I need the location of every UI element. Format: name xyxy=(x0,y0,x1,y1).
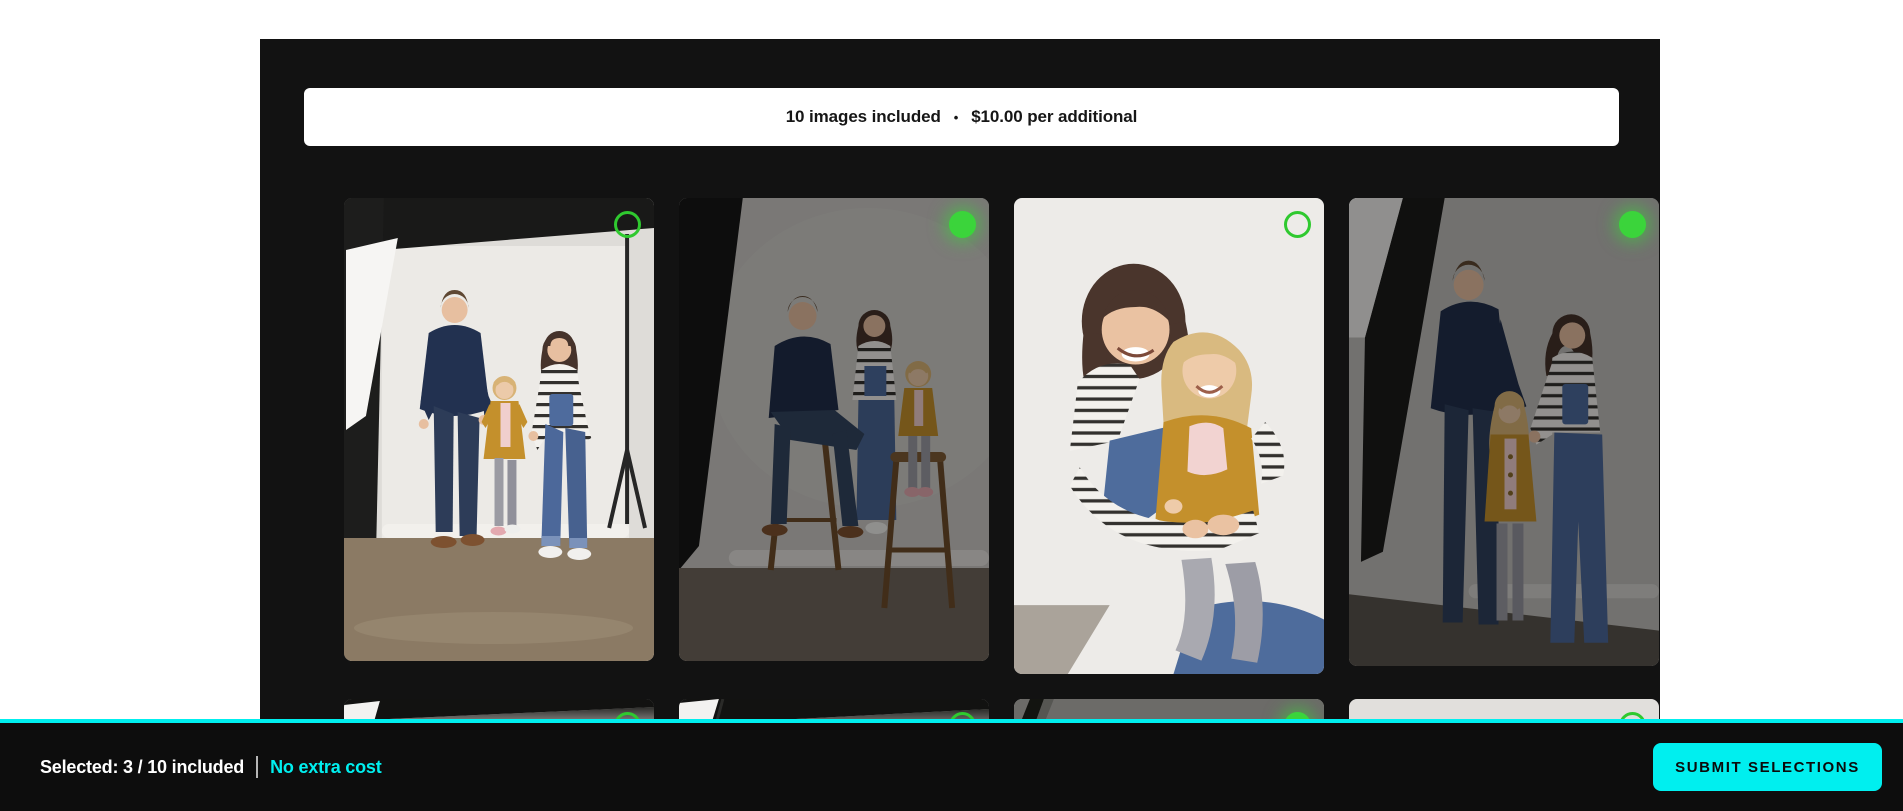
selection-circle-icon[interactable] xyxy=(1619,211,1646,238)
photo-thumbnail-family-standing[interactable] xyxy=(1349,198,1659,666)
photo-image xyxy=(1349,198,1659,666)
submit-selections-button[interactable]: SUBMIT SELECTIONS xyxy=(1653,743,1882,791)
selection-circle-icon[interactable] xyxy=(949,211,976,238)
photo-image xyxy=(679,198,989,661)
photo-thumbnail-mother-daughter[interactable] xyxy=(1014,198,1324,674)
selection-circle-icon[interactable] xyxy=(614,211,641,238)
photo-image xyxy=(1014,198,1324,674)
no-extra-cost-text: No extra cost xyxy=(270,757,381,778)
dot-separator: • xyxy=(954,111,958,124)
selected-count-text: Selected: 3 / 10 included xyxy=(40,757,244,778)
photo-thumbnail-family-walking[interactable] xyxy=(344,198,654,661)
pricing-banner: 10 images included • $10.00 per addition… xyxy=(304,88,1619,146)
divider xyxy=(256,756,258,778)
included-count-text: 10 images included xyxy=(786,107,941,127)
selection-circle-icon[interactable] xyxy=(1284,211,1311,238)
price-text: $10.00 per additional xyxy=(971,107,1137,127)
gallery-panel: 10 images included • $10.00 per addition… xyxy=(260,39,1660,811)
footer-bar: Selected: 3 / 10 included No extra cost … xyxy=(0,719,1903,811)
photo-image xyxy=(344,198,654,661)
photo-thumbnail-family-stools[interactable] xyxy=(679,198,989,661)
selection-status: Selected: 3 / 10 included No extra cost xyxy=(40,756,382,778)
